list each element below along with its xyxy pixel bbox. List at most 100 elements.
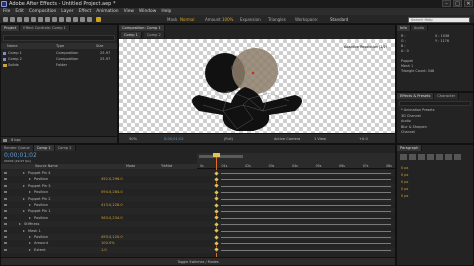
subtab-comp-2[interactable]: Comp 2 [143,32,165,38]
keyframe-marker[interactable] [214,183,219,188]
twirl-down-triangle-icon[interactable] [29,216,31,219]
time-ruler[interactable]: 0s 01s 02s 03s 04s 05s 06s 07s 08s [197,153,395,169]
trash-icon[interactable] [3,139,7,142]
visibility-eye-icon[interactable] [4,236,7,238]
mask-mode-select[interactable]: Normal [180,16,194,23]
indent-left-field[interactable]: 0 px [401,165,408,172]
twirl-down-triangle-icon[interactable] [29,242,31,245]
visibility-eye-icon[interactable] [4,184,7,187]
menu-composition[interactable]: Composition [29,8,56,15]
visibility-eye-icon[interactable] [4,229,7,232]
keyframe-marker[interactable] [214,247,219,252]
row-property-value[interactable]: 594.0,284.0 [101,189,123,195]
rotate-tool-icon[interactable] [24,17,29,22]
list-item[interactable]: Solids Folder [1,62,117,68]
twirl-down-triangle-icon[interactable] [29,204,31,206]
hand-tool-icon[interactable] [10,17,15,22]
row-property-value[interactable]: 493.0,120.0 [101,234,123,240]
keyframe-marker[interactable] [214,196,219,201]
twirl-down-triangle-icon[interactable] [23,197,25,200]
tab-paragraph[interactable]: Paragraph [397,145,423,151]
table-row[interactable]: Extent 1.0 [1,246,395,253]
comp-timecode[interactable]: 0;00;01;02 [164,134,184,144]
zoom-tool-icon[interactable] [17,17,22,22]
indent-first-field[interactable]: 0 px [401,179,408,186]
zoom-select[interactable]: 50% [129,134,137,144]
pan-behind-tool-icon[interactable] [38,17,43,22]
mask-tool-icon[interactable] [45,17,50,22]
indent-right-field[interactable]: 0 px [401,172,408,179]
subtab-comp-1[interactable]: Comp 1 [121,32,142,38]
roto-brush-tool-icon[interactable] [87,17,92,22]
col-size[interactable]: Size [96,43,103,49]
bpc-button[interactable]: 8 bpc [11,137,21,144]
brush-tool-icon[interactable] [66,17,71,22]
resolution-select[interactable]: (Full) [224,134,233,144]
menu-window[interactable]: Window [139,8,156,15]
visibility-eye-icon[interactable] [4,197,7,200]
twirl-down-triangle-icon[interactable] [29,178,31,181]
tab-character[interactable]: Character [434,93,460,99]
tab-info[interactable]: Info [397,25,411,31]
table-row[interactable]: Amount 100.0% [1,240,395,247]
align-center-icon[interactable] [409,154,416,160]
eraser-tool-icon[interactable] [80,17,85,22]
table-row[interactable]: Puppet Pin 2 [1,195,395,202]
visibility-eye-icon[interactable] [4,178,7,181]
menu-file[interactable]: File [3,8,10,15]
visibility-eye-icon[interactable] [4,242,7,245]
keyframe-marker[interactable] [214,215,219,220]
twirl-down-triangle-icon[interactable] [29,236,31,238]
justify-left-icon[interactable] [427,154,434,160]
pen-tool-icon[interactable] [52,17,57,22]
twirl-down-triangle-icon[interactable] [23,172,25,174]
tab-audio[interactable]: Audio [410,25,429,31]
visibility-eye-icon[interactable] [4,172,7,174]
space-after-field[interactable]: 0 px [401,193,408,200]
align-right-icon[interactable] [418,154,425,160]
col-mode[interactable]: Mode [126,164,135,169]
menu-view[interactable]: View [124,8,134,15]
twirl-down-triangle-icon[interactable] [23,229,25,232]
camera-tool-icon[interactable] [31,17,36,22]
table-row[interactable]: Mesh 1 [1,227,395,234]
table-row[interactable]: Position 493.0,120.0 [1,234,395,240]
visibility-eye-icon[interactable] [4,191,7,194]
close-button[interactable]: ✕ [464,0,473,7]
row-property-value[interactable]: 413.0,228.0 [101,202,123,208]
twirl-down-triangle-icon[interactable] [23,210,25,213]
table-row[interactable]: Position 413.0,228.0 [1,202,395,208]
justify-right-icon[interactable] [445,154,452,160]
workspace-select[interactable]: Standard [330,16,348,23]
tab-composition[interactable]: Composition: Comp 1 [119,25,165,31]
table-row[interactable]: Stiffness [1,221,395,228]
table-row[interactable]: Position 594.0,284.0 [1,189,395,196]
list-item[interactable]: Channel [401,130,434,136]
puppet-figure[interactable] [119,39,395,133]
menu-layer[interactable]: Layer [61,8,73,15]
amount-value[interactable]: 100% [222,16,233,23]
work-area-bar[interactable] [199,155,243,158]
justify-center-icon[interactable] [436,154,443,160]
tab-project[interactable]: Project [1,25,21,31]
exposure-value[interactable]: +0.0 [359,134,368,144]
space-before-field[interactable]: 0 px [401,186,408,193]
row-property-value[interactable]: 100.0% [101,240,115,246]
clone-tool-icon[interactable] [73,17,78,22]
keyframe-marker[interactable] [214,209,219,214]
visibility-eye-icon[interactable] [4,204,7,206]
table-row[interactable]: Position 563.0,234.0 [1,214,395,221]
visibility-eye-icon[interactable] [4,223,7,226]
table-row[interactable]: Puppet Pin 3 [1,182,395,189]
selection-tool-icon[interactable] [3,17,8,22]
type-tool-icon[interactable] [59,17,64,22]
menu-animation[interactable]: Animation [96,8,118,15]
toggle-switches-modes-button[interactable]: Toggle Switches / Modes [177,260,218,264]
table-row[interactable]: Puppet Pin 4 [1,170,395,176]
menu-help[interactable]: Help [161,8,171,15]
view-layout-select[interactable]: 1 View [314,134,326,144]
col-source-name[interactable]: Source Name [35,164,58,169]
row-property-value[interactable]: 1.0 [101,247,107,253]
keyframe-marker[interactable] [214,241,219,246]
keyframe-marker[interactable] [214,228,219,233]
